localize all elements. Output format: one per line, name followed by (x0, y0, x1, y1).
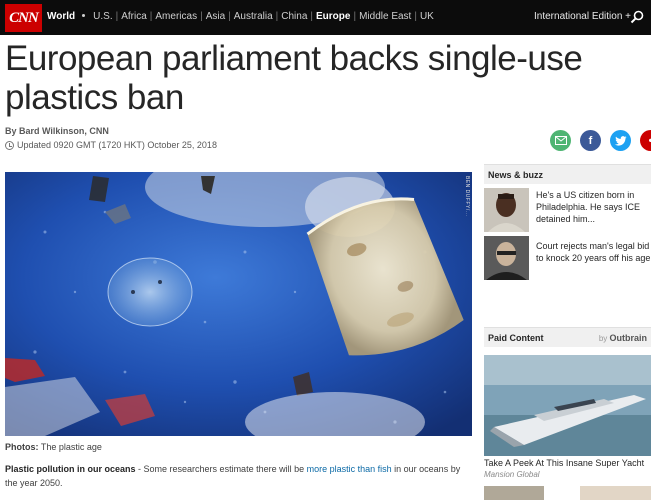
yacht-photo (484, 355, 651, 456)
photo-caption: Plastic pollution in our oceans - Some r… (5, 462, 470, 490)
envelope-icon (554, 136, 567, 145)
share-facebook-button[interactable]: f (580, 130, 601, 151)
facebook-icon: f (588, 134, 593, 147)
news-item[interactable]: He's a US citizen born in Philadelphia. … (484, 188, 651, 232)
paid-thumbnail[interactable] (484, 486, 544, 500)
outbrain-attribution[interactable]: by Outbrain (599, 333, 647, 343)
cnn-logo[interactable]: CNN (5, 4, 42, 32)
news-headline-line: detained him... (536, 214, 596, 224)
nav-item-middle-east[interactable]: Middle East (356, 11, 414, 22)
share-twitter-button[interactable] (610, 130, 631, 151)
nav-item-us[interactable]: U.S. (90, 11, 115, 22)
outbrain-logo: Outbrain (609, 333, 648, 343)
nav-item-europe[interactable]: Europe (313, 11, 353, 22)
twitter-bird-icon (614, 135, 626, 146)
portrait-photo (484, 236, 529, 280)
news-headline[interactable]: Court rejects man's legal bid to knock 2… (536, 240, 651, 264)
nav-item-asia[interactable]: Asia (203, 11, 228, 22)
paid-thumbnail[interactable] (580, 486, 651, 500)
section-nav: World U.S. | Africa | Americas | Asia | Aust… (47, 11, 437, 22)
gallery-title: The plastic age (40, 442, 102, 452)
news-thumbnail[interactable] (484, 188, 529, 232)
caption-title: Plastic pollution in our oceans (5, 464, 136, 474)
photo-credit-line: Photos: The plastic age (5, 442, 102, 452)
updated-timestamp: Updated 0920 GMT (1720 HKT) October 25, … (5, 140, 217, 150)
news-thumbnail[interactable] (484, 236, 529, 280)
news-headline-line: to knock 20 years off his age (536, 253, 651, 263)
yacht-thumbnail[interactable] (484, 355, 651, 456)
paid-content-label: Paid Content (488, 333, 544, 343)
image-credit: BEN DUFFY/... (464, 176, 470, 217)
portrait-photo (484, 188, 529, 232)
news-headline-line: Court rejects man's legal bid (536, 241, 650, 251)
nav-item-world[interactable]: World (47, 11, 80, 22)
news-headline-line: Philadelphia. He says ICE (536, 202, 641, 212)
caption-link[interactable]: more plastic than fish (307, 464, 392, 474)
top-nav-bar: CNN World U.S. | Africa | Americas | Asia | … (0, 0, 651, 35)
bullet-icon (82, 14, 86, 17)
outbrain-by: by (598, 334, 608, 343)
paid-content-title[interactable]: Take A Peek At This Insane Super Yacht (484, 458, 644, 468)
article-headline: European parliament backs single-use pla… (5, 39, 583, 117)
share-more-button[interactable]: • (640, 130, 651, 151)
nav-item-uk[interactable]: UK (417, 11, 437, 22)
photos-label: Photos: (5, 442, 39, 452)
nav-item-australia[interactable]: Australia (231, 11, 276, 22)
news-headline[interactable]: He's a US citizen born in Philadelphia. … (536, 189, 651, 225)
edition-selector[interactable]: International Edition + (534, 11, 631, 22)
byline: By Bard Wilkinson, CNN (5, 126, 109, 136)
nav-item-americas[interactable]: Americas (152, 11, 200, 22)
hero-image[interactable]: BEN DUFFY/... (5, 172, 472, 436)
paid-content-source: Mansion Global (484, 470, 540, 479)
search-icon[interactable] (630, 10, 644, 24)
updated-text: Updated 0920 GMT (1720 HKT) October 25, … (17, 140, 217, 150)
news-headline-line: He's a US citizen born in (536, 190, 635, 200)
clock-icon (5, 140, 14, 150)
caption-text: - Some researchers estimate there will b… (135, 464, 307, 474)
ocean-plastic-photo (5, 172, 472, 436)
nav-item-africa[interactable]: Africa (118, 11, 150, 22)
nav-item-china[interactable]: China (278, 11, 310, 22)
paid-content-header: Paid Content by Outbrain (484, 327, 651, 347)
share-email-button[interactable] (550, 130, 571, 151)
news-buzz-header: News & buzz (484, 164, 651, 184)
news-item[interactable]: Court rejects man's legal bid to knock 2… (484, 236, 651, 280)
